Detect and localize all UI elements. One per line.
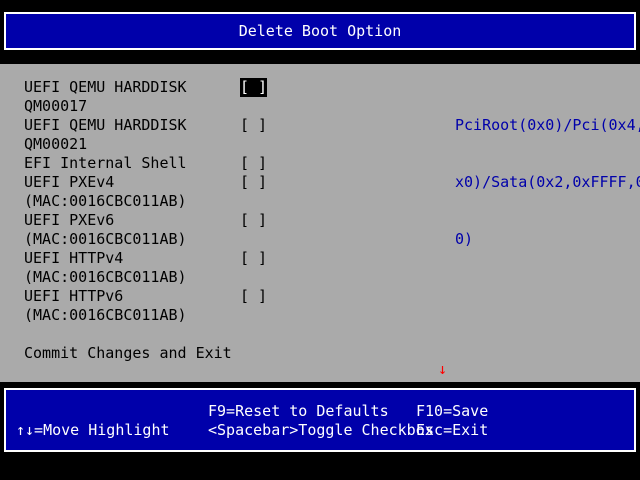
main-panel: UEFI QEMU HARDDISK QM00017 [ ] UEFI QEMU… (0, 64, 640, 382)
option-sublabel: QM00017 (24, 97, 88, 115)
option-label[interactable]: UEFI HTTPv4 (24, 249, 123, 268)
move-highlight-hint: ↑↓=Move Highlight (16, 421, 170, 439)
help-line: 0) (455, 230, 474, 248)
delete-checkbox[interactable]: [ ] (240, 173, 267, 192)
option-label[interactable]: UEFI PXEv4 (24, 173, 114, 192)
key-help-box: ↑↓=Move Highlight F9=Reset to Defaults <… (4, 388, 636, 452)
title-box: Delete Boot Option (4, 12, 636, 50)
delete-checkbox[interactable]: [ ] (240, 211, 267, 230)
delete-checkbox[interactable]: [ ] (240, 116, 267, 135)
option-label[interactable]: EFI Internal Shell (24, 154, 187, 173)
help-line: PciRoot(0x0)/Pci(0x4,0 (455, 116, 640, 134)
option-label[interactable]: UEFI QEMU HARDDISK (24, 78, 187, 97)
option-sublabel: (MAC:0016CBC011AB) (24, 268, 187, 286)
toggle-checkbox-hint: <Spacebar>Toggle Checkbox (208, 421, 434, 439)
delete-checkbox[interactable]: [ ] (240, 154, 267, 173)
exit-hint: Esc=Exit (416, 421, 489, 439)
option-label[interactable]: UEFI PXEv6 (24, 211, 114, 230)
delete-checkbox[interactable]: [ ] (240, 78, 268, 97)
help-text: PciRoot(0x0)/Pci(0x4,0 x0)/Sata(0x2,0xFF… (455, 78, 640, 287)
commit-changes-button[interactable]: Commit Changes and Exit (24, 344, 232, 363)
header-bar: Delete Boot Option (0, 0, 640, 64)
option-sublabel: QM00021 (24, 135, 88, 153)
delete-checkbox[interactable]: [ ] (240, 249, 267, 268)
bios-screen: Delete Boot Option UEFI QEMU HARDDISK QM… (0, 0, 640, 480)
reset-defaults-hint: F9=Reset to Defaults (208, 402, 389, 420)
scroll-down-icon: ↓ (438, 360, 448, 378)
delete-checkbox[interactable]: [ ] (240, 287, 267, 306)
option-sublabel: (MAC:0016CBC011AB) (24, 230, 187, 248)
footer-bar: ↑↓=Move Highlight F9=Reset to Defaults <… (0, 382, 640, 480)
save-hint: F10=Save (416, 402, 489, 420)
help-line: x0)/Sata(0x2,0xFFFF,0x (455, 173, 640, 191)
option-label[interactable]: UEFI QEMU HARDDISK (24, 116, 187, 135)
option-label[interactable]: UEFI HTTPv6 (24, 287, 123, 306)
option-sublabel: (MAC:0016CBC011AB) (24, 192, 187, 210)
option-sublabel: (MAC:0016CBC011AB) (24, 306, 187, 324)
page-title: Delete Boot Option (238, 22, 402, 40)
